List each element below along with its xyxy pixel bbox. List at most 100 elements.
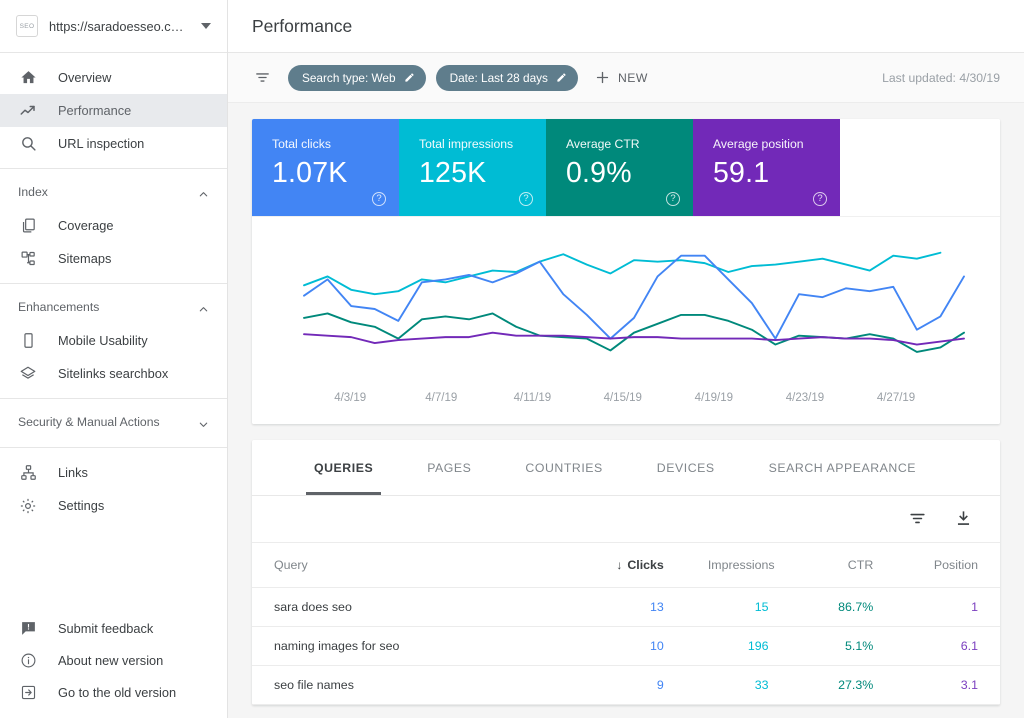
chart-series-line [303,254,965,340]
cell-ctr: 5.1% [845,638,874,653]
sidebar-item-about-new-version[interactable]: About new version [0,644,227,676]
sidebar-bottom-nav: Submit feedback About new version Go to … [0,612,227,718]
sidebar-section-security-manual-actions[interactable]: Security & Manual Actions [0,405,227,439]
column-label: CTR [847,557,874,572]
cell-ctr: 86.7% [838,599,874,614]
tab-label: QUERIES [314,460,374,475]
trending-up-icon [18,101,38,121]
metric-label: Total clicks [272,137,331,151]
cell-clicks: 10 [650,638,664,653]
sidebar-section-index[interactable]: Index [0,175,227,209]
sidebar-section-enhancements[interactable]: Enhancements [0,290,227,324]
table-toolbar [252,496,1000,543]
tab-devices[interactable]: DEVICES [633,440,739,495]
sidebar-item-submit-feedback[interactable]: Submit feedback [0,612,227,644]
layers-icon [18,364,38,384]
page-header: Performance [228,0,1024,53]
sidebar-nav: Overview Performance URL inspection Inde… [0,53,227,612]
cell-position: 1 [971,599,978,614]
tab-label: SEARCH APPEARANCE [768,460,917,475]
chip-search-type[interactable]: Search type: Web [288,64,426,91]
metric-value: 1.07K [272,157,348,189]
metric-label: Total impressions [419,137,514,151]
pencil-icon[interactable] [556,72,567,83]
table-row[interactable]: naming images for seo 10 196 5.1% 6.1 [252,626,1000,665]
tab-search-appearance[interactable]: SEARCH APPEARANCE [745,440,940,495]
sidebar-section-label: Enhancements [18,300,100,314]
table-filter-icon[interactable] [908,509,928,529]
sidebar-item-sitemaps[interactable]: Sitemaps [0,242,227,275]
add-filter-button[interactable]: NEW [594,69,648,86]
sidebar-item-overview[interactable]: Overview [0,61,227,94]
metric-card-average-ctr[interactable]: Average CTR 0.9% ? [546,119,693,216]
search-icon [18,134,38,154]
column-header-clicks[interactable]: ↓ Clicks [581,543,686,588]
exit-icon [18,682,38,702]
chip-label: Search type: Web [302,70,396,85]
table-row[interactable]: sara does seo 13 15 86.7% 1 [252,587,1000,626]
metric-label: Average position [713,137,804,151]
sidebar-item-performance[interactable]: Performance [0,94,227,127]
sidebar-item-coverage[interactable]: Coverage [0,209,227,242]
sidebar-item-label: Go to the old version [58,684,177,700]
cell-impressions: 33 [754,677,769,692]
divider [0,168,227,169]
metric-value: 125K [419,157,487,189]
table-row[interactable]: seo file names 9 33 27.3% 3.1 [252,665,1000,704]
tab-countries[interactable]: COUNTRIES [501,440,626,495]
help-icon[interactable]: ? [666,192,680,206]
cell-position: 6.1 [960,638,978,653]
metric-cards: Total clicks 1.07K ? Total impressions 1… [252,119,1000,216]
sort-arrow-icon: ↓ [616,557,623,572]
home-icon [18,68,38,88]
table-download-icon[interactable] [954,509,974,529]
chevron-up-icon[interactable] [198,302,209,313]
chart-series-line [303,312,965,353]
help-icon[interactable]: ? [519,192,533,206]
sidebar-item-mobile-usability[interactable]: Mobile Usability [0,324,227,357]
chart-x-tick-label: 4/7/19 [425,392,458,404]
performance-table-card: QUERIES PAGES COUNTRIES DEVICES SEARCH A… [252,440,1000,705]
column-header-query[interactable]: Query [252,543,582,588]
table-tabs: QUERIES PAGES COUNTRIES DEVICES SEARCH A… [252,440,1000,496]
performance-line-chart: 4/3/19 4/7/19 4/11/19 4/15/19 4/19/19 4/23/19… [252,216,1000,424]
sidebar-item-url-inspection[interactable]: URL inspection [0,127,227,160]
column-label: Query [274,557,308,572]
cell-ctr: 27.3% [838,677,874,692]
column-label: Impressions [707,557,775,572]
pencil-icon[interactable] [404,72,415,83]
help-icon[interactable]: ? [372,192,386,206]
page-title: Performance [252,15,353,36]
sidebar: SEO https://saradoesseo.com/ Overview Pe… [0,0,228,718]
column-header-ctr[interactable]: CTR [790,543,896,588]
metric-card-total-clicks[interactable]: Total clicks 1.07K ? [252,119,399,216]
performance-chart-card: Total clicks 1.07K ? Total impressions 1… [252,119,1000,424]
metric-card-total-impressions[interactable]: Total impressions 125K ? [399,119,546,216]
filter-toolbar: Search type: Web Date: Last 28 days NEW … [228,53,1024,103]
filter-icon[interactable] [250,66,274,90]
cell-clicks: 13 [650,599,664,614]
column-header-position[interactable]: Position [895,543,1000,588]
property-selector[interactable]: SEO https://saradoesseo.com/ [0,0,227,53]
divider [0,283,227,284]
chevron-down-icon[interactable] [198,417,209,428]
column-header-impressions[interactable]: Impressions [685,543,791,588]
tab-pages[interactable]: PAGES [403,440,495,495]
sitemap-icon [18,249,38,269]
sidebar-item-go-to-old-version[interactable]: Go to the old version [0,676,227,708]
chevron-down-icon[interactable] [201,23,211,29]
sidebar-item-label: About new version [58,652,164,668]
sidebar-section-label: Security & Manual Actions [18,415,160,429]
sidebar-item-label: Mobile Usability [58,333,148,348]
sidebar-section-label: Index [18,185,48,199]
sidebar-item-sitelinks-searchbox[interactable]: Sitelinks searchbox [0,357,227,390]
tab-queries[interactable]: QUERIES [290,440,397,495]
add-filter-label: NEW [617,70,648,85]
metric-card-average-position[interactable]: Average position 59.1 ? [693,119,840,216]
chevron-up-icon[interactable] [198,187,209,198]
help-icon[interactable]: ? [813,192,827,206]
sidebar-item-settings[interactable]: Settings [0,489,227,522]
chip-date-range[interactable]: Date: Last 28 days [435,64,578,91]
sidebar-item-label: Overview [58,70,112,85]
sidebar-item-links[interactable]: Links [0,456,227,489]
